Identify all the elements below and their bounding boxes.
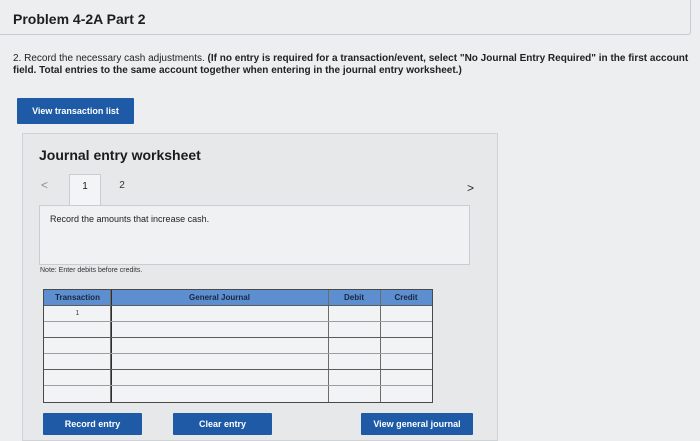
table-row[interactable] <box>44 322 432 337</box>
table-header: Transaction General Journal Debit Credit <box>44 290 432 305</box>
view-transaction-list-button[interactable]: View transaction list <box>17 98 134 124</box>
tab-1[interactable]: 1 <box>69 174 101 205</box>
instructions: 2. Record the necessary cash adjustments… <box>13 53 693 77</box>
tab-1-label: 1 <box>82 181 88 192</box>
chevron-right-icon[interactable]: > <box>467 181 474 195</box>
column-header-general-journal: General Journal <box>189 293 250 302</box>
table-row[interactable] <box>44 338 432 353</box>
column-header-transaction: Transaction <box>55 293 100 302</box>
table-row[interactable]: 1 <box>44 306 432 321</box>
journal-entry-table: Transaction General Journal Debit Credit… <box>43 289 433 403</box>
transaction-number: 1 <box>75 310 80 317</box>
table-row[interactable] <box>44 386 432 401</box>
transaction-description: Record the amounts that increase cash. <box>50 214 210 224</box>
instructions-lead: 2. Record the necessary cash adjustments… <box>13 53 205 64</box>
column-header-debit: Debit <box>344 293 364 302</box>
table-row[interactable] <box>44 370 432 385</box>
chevron-left-icon[interactable]: < <box>41 178 48 192</box>
page-title: Problem 4-2A Part 2 <box>13 11 146 27</box>
debit-credit-note: Note: Enter debits before credits. <box>40 267 143 274</box>
tab-2-label: 2 <box>119 180 125 191</box>
record-entry-button[interactable]: Record entry <box>43 413 142 435</box>
clear-entry-button[interactable]: Clear entry <box>173 413 272 435</box>
worksheet-title: Journal entry worksheet <box>39 147 201 163</box>
view-general-journal-button[interactable]: View general journal <box>361 413 473 435</box>
transaction-description-box: Record the amounts that increase cash. <box>39 205 470 265</box>
tab-2[interactable]: 2 <box>107 174 137 202</box>
journal-entry-worksheet-panel: Journal entry worksheet < 1 2 > Record t… <box>22 133 498 441</box>
column-header-credit: Credit <box>394 293 418 302</box>
table-row[interactable] <box>44 354 432 369</box>
